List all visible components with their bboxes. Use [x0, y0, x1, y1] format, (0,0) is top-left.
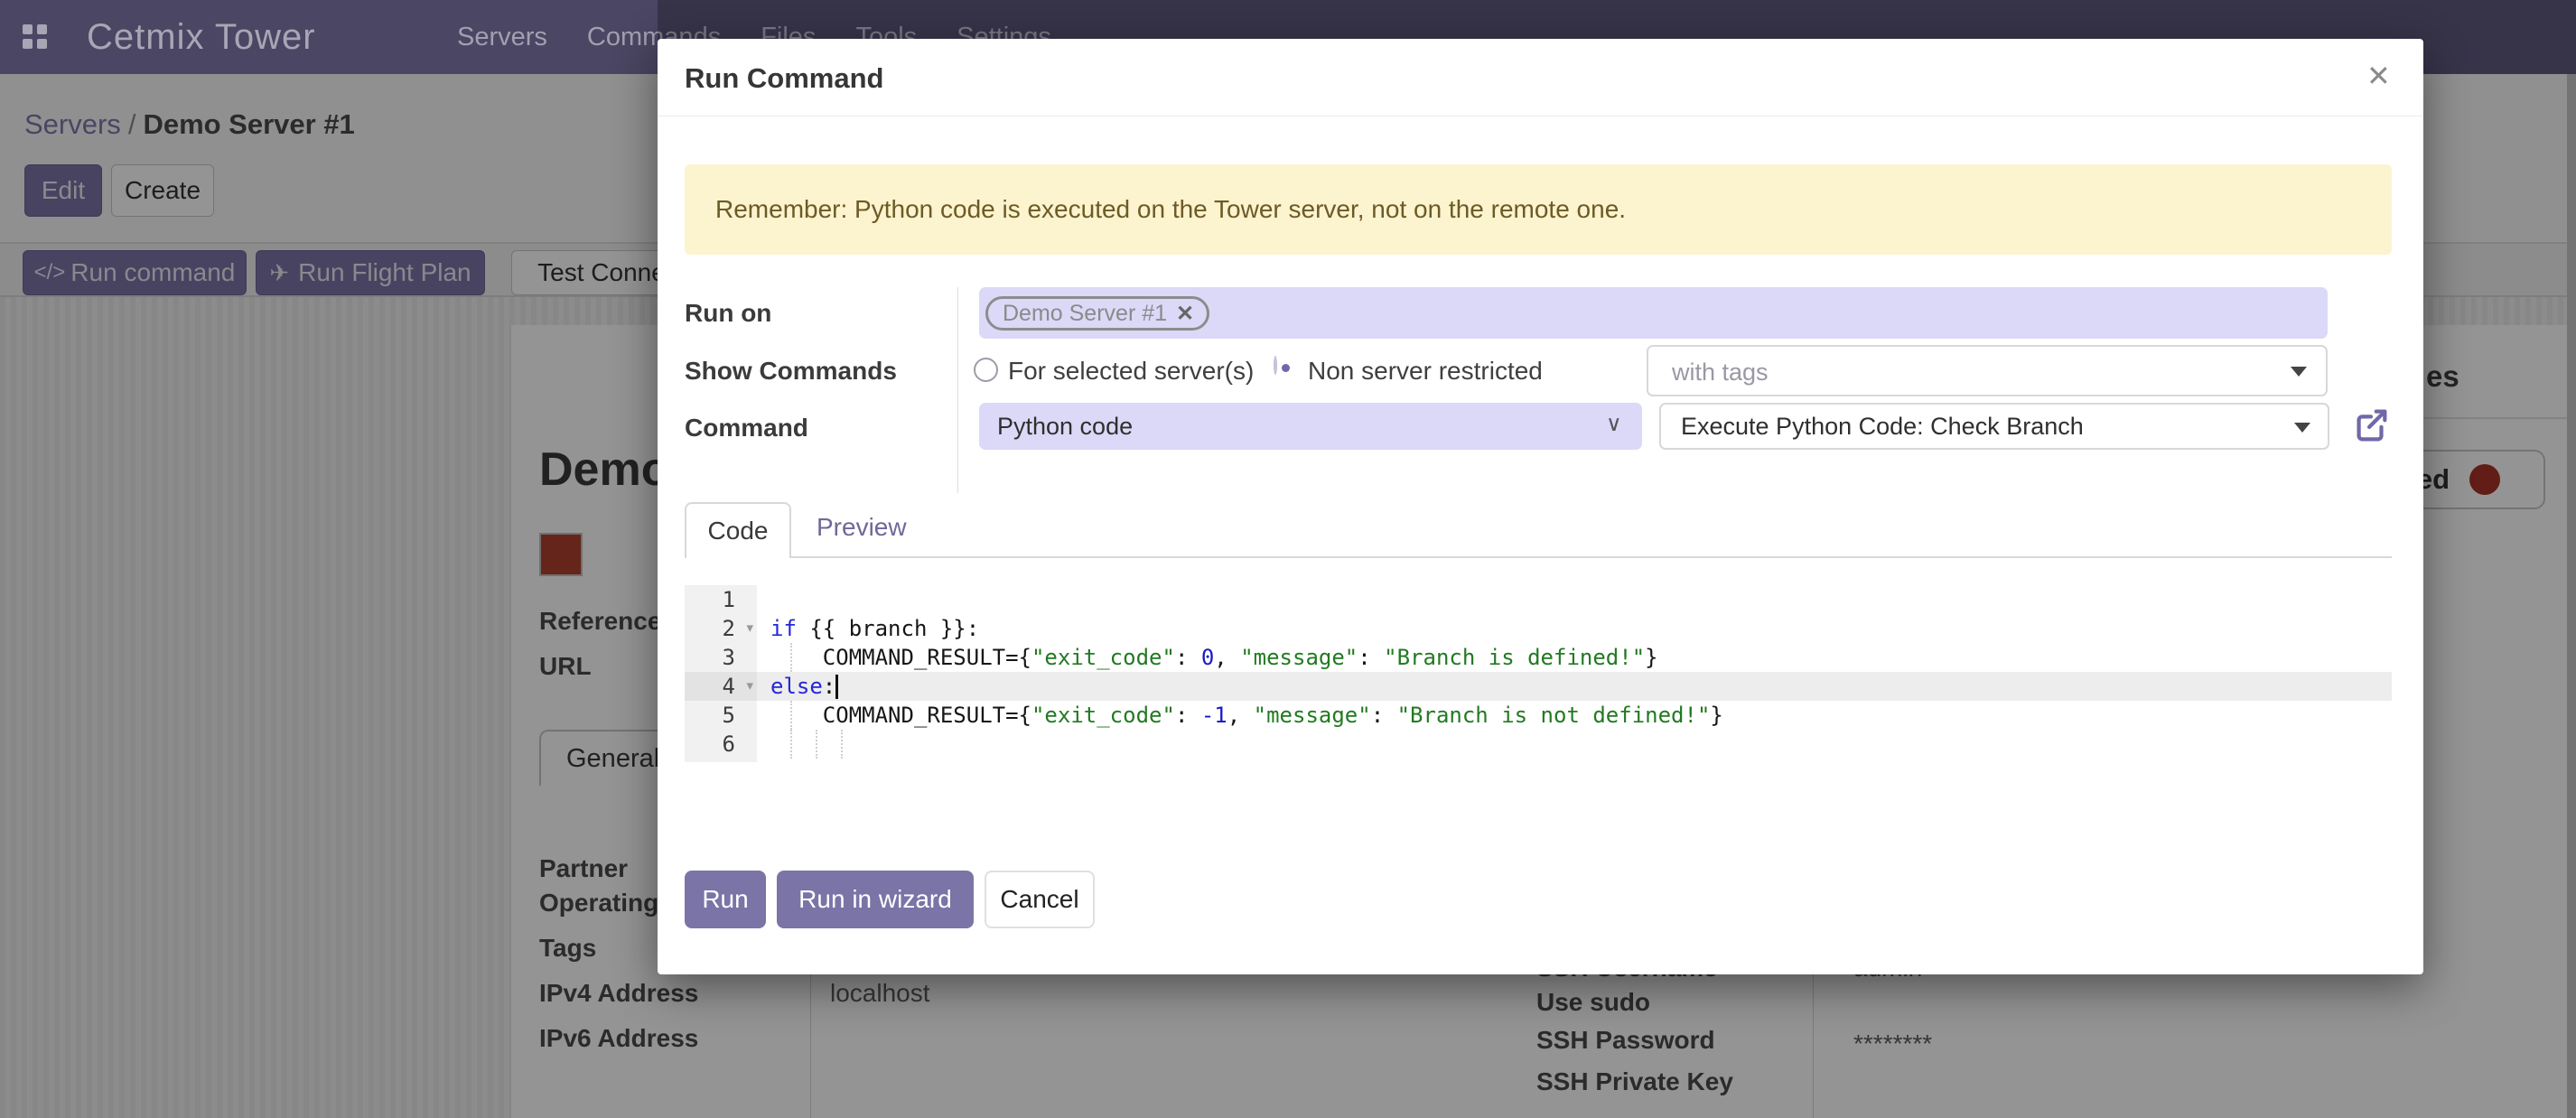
tag-remove-icon[interactable]: ✕ — [1176, 301, 1194, 327]
tab-strip-border — [685, 556, 2392, 558]
gutter-line-3: 3 — [685, 643, 757, 672]
tab-code[interactable]: Code — [685, 502, 791, 558]
gutter-line-1: 1 — [685, 585, 757, 614]
code-line-3: COMMAND_RESULT={"exit_code": 0, "message… — [770, 643, 1658, 672]
run-command-modal: Run Command ✕ Remember: Python code is e… — [658, 39, 2423, 974]
code-line-2: if {{ branch }}: — [770, 614, 979, 643]
gutter-line-5: 5 — [685, 701, 757, 730]
gutter-line-6: 6 — [685, 730, 757, 759]
text-cursor — [835, 675, 838, 699]
modal-title: Run Command — [685, 62, 883, 95]
run-on-label: Run on — [685, 299, 771, 328]
form-group-border — [957, 287, 958, 493]
close-icon[interactable]: ✕ — [2366, 59, 2391, 93]
radio-for-selected-servers-label[interactable]: For selected server(s) — [1008, 357, 1254, 386]
radio-for-selected-servers[interactable] — [974, 358, 998, 382]
chevron-down-icon — [2294, 423, 2310, 433]
python-warning-alert: Remember: Python code is executed on the… — [685, 164, 2392, 255]
gutter-line-2: 2▾ — [685, 614, 757, 643]
tab-preview[interactable]: Preview — [817, 513, 907, 542]
gutter-line-4: 4▾ — [685, 672, 757, 701]
server-tag: Demo Server #1 ✕ — [985, 296, 1209, 331]
fold-caret-icon[interactable]: ▾ — [746, 614, 753, 643]
command-label: Command — [685, 414, 808, 443]
external-link-icon[interactable] — [2350, 405, 2392, 451]
active-line-highlight — [685, 672, 2392, 701]
app-brand[interactable]: Cetmix Tower — [87, 0, 316, 74]
indent-guide — [841, 730, 843, 759]
code-line-5: COMMAND_RESULT={"exit_code": -1, "messag… — [770, 701, 1723, 730]
screen: Servers/Demo Server #1 Edit Create </> R… — [0, 0, 2576, 1118]
code-editor[interactable]: 12▾ if {{ branch }}: 3 COMMAND_RESULT={"ex… — [685, 585, 2392, 762]
nav-item-servers[interactable]: Servers — [457, 23, 547, 52]
indent-guide — [790, 730, 792, 759]
chevron-down-icon — [2291, 367, 2307, 377]
radio-non-server-restricted-label[interactable]: Non server restricted — [1308, 357, 1543, 386]
command-value: Execute Python Code: Check Branch — [1681, 413, 2084, 441]
run-button[interactable]: Run — [685, 871, 766, 928]
with-tags-placeholder: with tags — [1672, 359, 1769, 387]
show-commands-label: Show Commands — [685, 357, 897, 386]
code-line-4: else: — [770, 672, 835, 701]
command-type-value: Python code — [997, 413, 1133, 441]
fold-caret-icon[interactable]: ▾ — [746, 672, 753, 701]
command-type-select[interactable]: Python code ∨ — [979, 403, 1642, 450]
indent-guide — [816, 730, 817, 759]
command-select[interactable]: Execute Python Code: Check Branch — [1659, 403, 2329, 450]
cancel-button[interactable]: Cancel — [985, 871, 1095, 928]
apps-grid-icon[interactable] — [23, 24, 47, 49]
chevron-down-icon: ∨ — [1606, 411, 1622, 437]
run-on-select[interactable]: Demo Server #1 ✕ — [979, 287, 2328, 339]
with-tags-select[interactable]: with tags — [1647, 345, 2328, 396]
radio-non-server-restricted[interactable] — [1274, 356, 1277, 375]
run-in-wizard-button[interactable]: Run in wizard — [777, 871, 974, 928]
server-tag-label: Demo Server #1 — [1003, 301, 1167, 327]
